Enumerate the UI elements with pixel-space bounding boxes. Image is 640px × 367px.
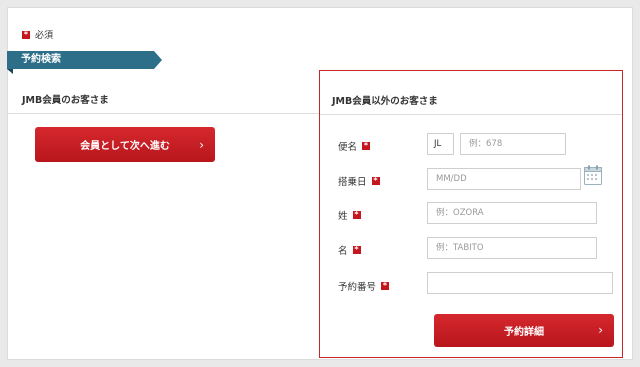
required-legend: 必須 xyxy=(22,28,53,41)
divider xyxy=(7,113,319,114)
required-mark-icon xyxy=(362,141,371,151)
calendar-icon[interactable] xyxy=(584,165,602,185)
first-name-label: 名 xyxy=(338,246,348,257)
guest-panel: JMB会員以外のお客さま 便名 JL 例：678 搭乗日 MM/DD 姓 例：O… xyxy=(319,70,623,358)
jmb-member-heading: JMB会員のお客さま xyxy=(22,95,109,106)
reservation-detail-button[interactable]: 予約詳細 › xyxy=(434,314,614,347)
required-mark-icon xyxy=(352,210,361,220)
required-mark-icon xyxy=(352,245,361,255)
airline-prefix: JL xyxy=(427,133,454,155)
last-name-input[interactable]: 例：OZORA xyxy=(427,202,597,224)
chevron-right-icon: › xyxy=(598,323,603,337)
required-mark-icon xyxy=(371,176,380,186)
reservation-number-label: 予約番号 xyxy=(338,282,377,293)
reservation-number-label-row: 予約番号 xyxy=(338,279,390,293)
required-legend-text: 必須 xyxy=(35,31,54,41)
flight-label-row: 便名 xyxy=(338,139,371,153)
member-continue-label: 会員として次へ進む xyxy=(80,141,170,152)
required-mark-icon xyxy=(22,30,30,40)
section-tab-reservation-search: 予約検索 xyxy=(7,51,162,69)
flight-label: 便名 xyxy=(338,142,358,153)
reservation-detail-label: 予約詳細 xyxy=(504,327,544,338)
date-label: 搭乗日 xyxy=(338,177,367,188)
guest-heading: JMB会員以外のお客さま xyxy=(332,96,438,107)
ribbon-fold xyxy=(7,69,13,74)
reservation-number-input[interactable] xyxy=(427,272,613,294)
chevron-right-icon: › xyxy=(199,138,204,152)
first-name-label-row: 名 xyxy=(338,243,361,257)
flight-number-input[interactable]: 例：678 xyxy=(460,133,566,155)
first-name-input[interactable]: 例：TABITO xyxy=(427,237,597,259)
divider xyxy=(320,114,622,115)
last-name-label: 姓 xyxy=(338,211,348,222)
required-mark-icon xyxy=(381,281,390,291)
last-name-label-row: 姓 xyxy=(338,208,361,222)
date-label-row: 搭乗日 xyxy=(338,174,380,188)
member-continue-button[interactable]: 会員として次へ進む › xyxy=(35,127,215,162)
boarding-date-input[interactable]: MM/DD xyxy=(427,168,581,190)
